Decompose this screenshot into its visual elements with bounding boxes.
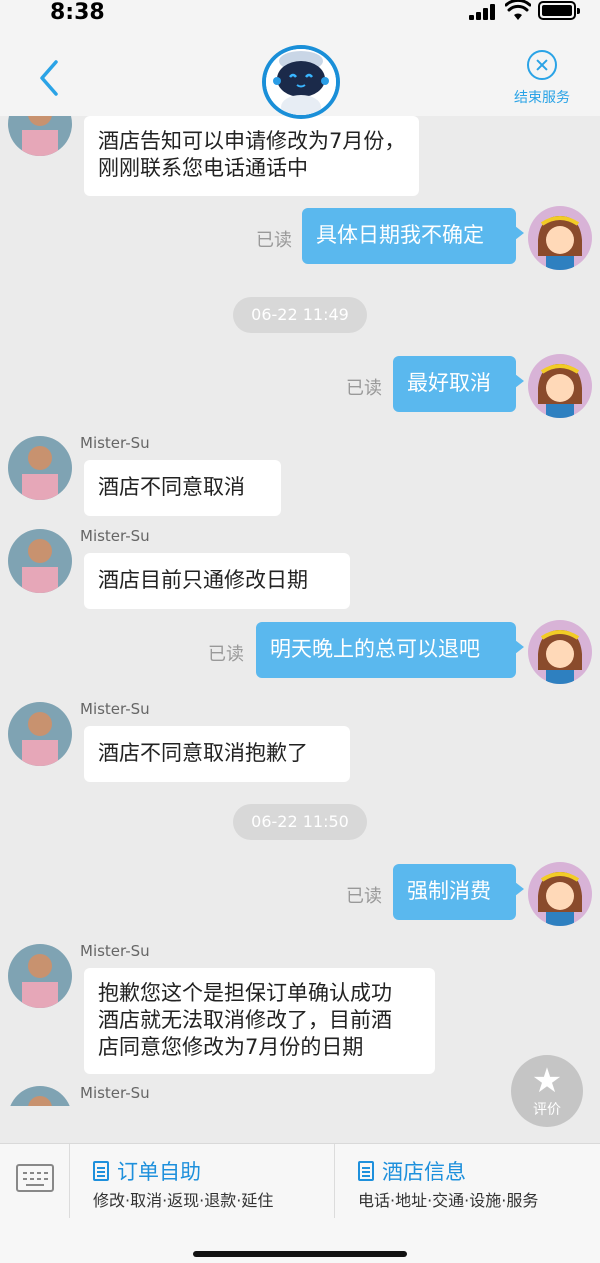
- message-bubble: 酒店不同意取消抱歉了: [84, 726, 350, 782]
- message-text-line: 店同意您修改为7月份的日期: [98, 1035, 364, 1059]
- avatar[interactable]: [8, 944, 72, 1008]
- avatar[interactable]: [8, 529, 72, 593]
- message-bubble: 强制消费: [393, 864, 524, 920]
- read-status: 已读: [256, 230, 292, 251]
- chevron-left-icon: [40, 60, 58, 96]
- avatar[interactable]: [8, 436, 72, 500]
- message-text-line: 酒店告知可以申请修改为7月份，: [98, 129, 406, 153]
- bottom-menu-bar: 订单自助 修改·取消·返现·退款·延住 酒店信息 电话·地址·交通·设施·服务: [0, 1143, 600, 1263]
- message-bubble: 明天晚上的总可以退吧: [256, 622, 524, 678]
- read-status: 已读: [346, 378, 382, 399]
- timestamp: 06-22 11:50: [233, 804, 367, 840]
- keyboard-icon: [16, 1164, 54, 1192]
- hotel-info-button[interactable]: 酒店信息 电话·地址·交通·设施·服务: [336, 1144, 600, 1218]
- message-bubble: 最好取消: [393, 356, 524, 412]
- hotel-info-title: 酒店信息: [358, 1156, 466, 1186]
- sender-name: Mister-Su: [80, 527, 150, 545]
- order-self-service-title: 订单自助: [93, 1156, 201, 1186]
- avatar[interactable]: [528, 862, 592, 926]
- hotel-info-subtitle: 电话·地址·交通·设施·服务: [358, 1191, 539, 1210]
- rate-button[interactable]: ★ 评价: [511, 1055, 583, 1127]
- order-self-service-subtitle: 修改·取消·返现·退款·延住: [93, 1191, 274, 1210]
- nav-bar: 结束服务: [0, 36, 600, 119]
- message-bubble: 具体日期我不确定: [302, 208, 524, 264]
- signal-icon: [469, 4, 499, 20]
- end-service-label: 结束服务: [514, 90, 570, 106]
- battery-icon: [538, 1, 580, 20]
- read-status: 已读: [346, 886, 382, 907]
- order-self-service-button[interactable]: 订单自助 修改·取消·返现·退款·延住: [71, 1144, 335, 1218]
- document-icon: [358, 1161, 374, 1181]
- order-title-text: 订单自助: [117, 1160, 201, 1184]
- avatar[interactable]: [528, 354, 592, 418]
- document-icon: [93, 1161, 109, 1181]
- bot-avatar: [262, 45, 340, 119]
- read-status: 已读: [208, 644, 244, 665]
- message-bubble: 抱歉您这个是担保订单确认成功 酒店就无法取消修改了，目前酒 店同意您修改为7月份…: [84, 968, 435, 1074]
- end-service-button[interactable]: 结束服务: [505, 50, 579, 112]
- wifi-icon: [505, 0, 531, 20]
- rate-label: 评价: [533, 1102, 561, 1118]
- sender-name: Mister-Su: [80, 700, 150, 718]
- avatar[interactable]: [528, 206, 592, 270]
- avatar[interactable]: [8, 1086, 72, 1106]
- message-text-line: 抱歉您这个是担保订单确认成功: [98, 981, 392, 1005]
- sender-name: Mister-Su: [80, 434, 150, 452]
- message-bubble: 酒店不同意取消: [84, 460, 281, 516]
- status-time: 8:38: [50, 0, 105, 25]
- message-text-line: 刚刚联系您电话通话中: [98, 156, 308, 180]
- star-icon: ★: [531, 1061, 563, 1101]
- avatar[interactable]: [8, 116, 72, 156]
- robot-icon: [266, 49, 336, 115]
- message-bubble: 酒店告知可以申请修改为7月份， 刚刚联系您电话通话中: [84, 116, 420, 196]
- timestamp: 06-22 11:49: [233, 297, 367, 333]
- avatar[interactable]: [528, 620, 592, 684]
- message-text-line: 酒店就无法取消修改了，目前酒: [98, 1008, 392, 1032]
- chat-area[interactable]: 酒店告知可以申请修改为7月份， 刚刚联系您电话通话中 已读 具体日期我不确定 0…: [0, 116, 600, 1106]
- status-bar: 8:38: [0, 0, 600, 36]
- keyboard-toggle-button[interactable]: [0, 1144, 70, 1218]
- message-bubble: 酒店目前只通修改日期: [84, 553, 350, 609]
- close-circle-icon: [527, 50, 557, 80]
- home-indicator: [193, 1251, 407, 1257]
- hotel-title-text: 酒店信息: [382, 1160, 466, 1184]
- avatar[interactable]: [8, 702, 72, 766]
- back-button[interactable]: [30, 56, 70, 100]
- sender-name: Mister-Su: [80, 1084, 150, 1102]
- sender-name: Mister-Su: [80, 942, 150, 960]
